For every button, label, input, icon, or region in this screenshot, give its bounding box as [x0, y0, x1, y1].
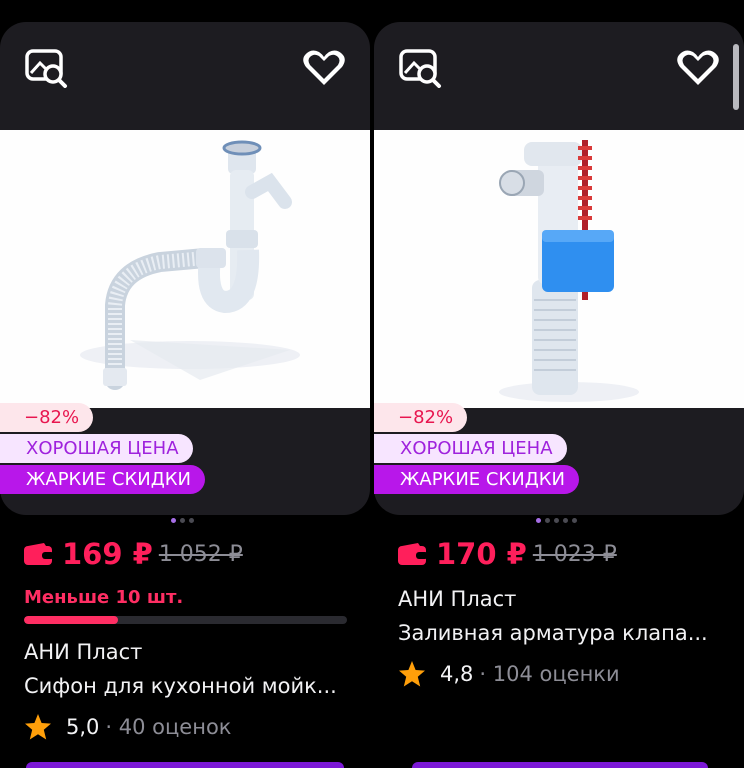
wallet-icon	[398, 543, 428, 565]
star-icon	[399, 661, 425, 687]
heart-icon	[677, 50, 719, 85]
add-to-cart-button[interactable]	[412, 762, 708, 768]
image-search-button[interactable]	[22, 44, 70, 92]
favorite-button[interactable]	[674, 44, 722, 92]
pagination-dot	[554, 518, 559, 523]
rating[interactable]: 5,0 · 40 оценок	[24, 713, 231, 741]
favorite-button[interactable]	[300, 44, 348, 92]
product-name[interactable]: Заливная арматура клапа...	[398, 621, 738, 645]
pagination-dot	[572, 518, 577, 523]
pagination-dot	[536, 518, 541, 523]
pagination-dot	[171, 518, 176, 523]
image-pagination[interactable]	[171, 518, 194, 523]
image-pagination[interactable]	[536, 518, 577, 523]
discount-badge: −82%	[0, 403, 94, 432]
brand-name[interactable]: АНИ Пласт	[398, 587, 728, 611]
good-price-badge: ХОРОШАЯ ЦЕНА	[0, 434, 193, 463]
image-search-icon	[399, 49, 441, 88]
discount-badge: −82%	[374, 403, 468, 432]
scrollbar[interactable]	[733, 44, 739, 110]
good-price-badge: ХОРОШАЯ ЦЕНА	[374, 434, 567, 463]
pagination-dot	[563, 518, 568, 523]
price: 170 ₽	[436, 537, 527, 571]
old-price: 1 052 ₽	[158, 541, 243, 567]
rating-value: 5,0	[66, 715, 100, 739]
rating[interactable]: 4,8 · 104 оценки	[398, 660, 620, 688]
pagination-dot	[189, 518, 194, 523]
wallet-icon	[24, 543, 54, 565]
brand-name[interactable]: АНИ Пласт	[24, 640, 354, 664]
product-name[interactable]: Сифон для кухонной мойк...	[24, 674, 364, 698]
fill-valve-image	[499, 140, 639, 402]
star-icon	[25, 714, 51, 740]
siphon-image	[80, 140, 300, 390]
review-count: · 104 оценки	[479, 662, 620, 686]
add-to-cart-button[interactable]	[26, 762, 344, 768]
rating-value: 4,8	[440, 662, 474, 686]
pagination-dot	[545, 518, 550, 523]
price-row: 169 ₽ 1 052 ₽	[24, 537, 243, 571]
hot-sale-badge: ЖАРКИЕ СКИДКИ	[0, 465, 206, 494]
heart-icon	[303, 50, 345, 85]
review-count: · 40 оценок	[105, 715, 232, 739]
image-search-button[interactable]	[396, 44, 444, 92]
image-search-icon	[25, 49, 67, 88]
stock-bar-fill	[24, 616, 118, 624]
stock-bar	[24, 616, 347, 624]
price-row: 170 ₽ 1 023 ₽	[398, 537, 617, 571]
product-image[interactable]	[374, 130, 744, 408]
product-image[interactable]	[0, 130, 370, 408]
hot-sale-badge: ЖАРКИЕ СКИДКИ	[374, 465, 580, 494]
price: 169 ₽	[62, 537, 153, 571]
stock-label: Меньше 10 шт.	[24, 587, 184, 608]
old-price: 1 023 ₽	[532, 541, 617, 567]
pagination-dot	[180, 518, 185, 523]
